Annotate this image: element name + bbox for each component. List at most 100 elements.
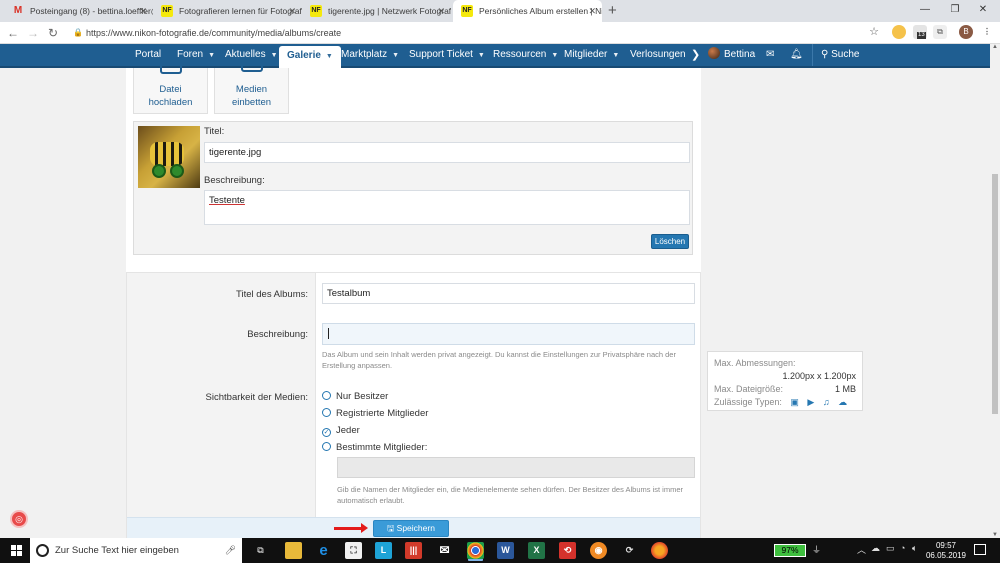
app-icon[interactable]: ||| [405,542,422,559]
specific-members-input[interactable] [337,457,695,478]
nav-item-marktplatz[interactable]: Marktplatz ▼ [341,44,399,66]
nav-item-mitglieder[interactable]: Mitglieder ▼ [564,44,619,66]
nav-item-galerie[interactable]: Galerie ▼ [279,46,341,68]
tab-title: Fotografieren lernen für Fotografen... [179,6,302,16]
nav-item-verlosungen[interactable]: Verlosungen [630,44,686,66]
browser-tab-active[interactable]: NF Persönliches Album erstellen | Ni... … [453,0,602,22]
bookmark-star-icon[interactable]: ☆ [867,25,881,39]
media-thumbnail [138,126,200,188]
search-icon: ⚲ [821,49,832,60]
forward-icon[interactable]: → [24,24,42,42]
radio-registered-members[interactable]: Registrierte Mitglieder [322,408,428,419]
save-button[interactable]: 🖫︎ Speichern [373,520,449,537]
taskbar-search-field[interactable]: Zur Suche Text hier eingeben 🎤︎ [30,538,242,563]
app-icon[interactable]: ⟳ [621,542,638,559]
nav-search[interactable]: ⚲ Suche [812,44,859,66]
app-icon[interactable]: ⟲ [559,542,576,559]
close-icon[interactable]: ✕ [437,0,445,22]
embed-media-button[interactable]: Medien einbetten [214,60,289,114]
tab-title: Persönliches Album erstellen | Ni... [479,6,602,16]
tab-title: tigerente.jpg | Netzwerk Fotografie [328,6,451,16]
microphone-icon: 🎤︎ [224,545,236,555]
caret-down-icon: ▼ [392,52,400,59]
notification-alert-icon[interactable]: ◎ [10,510,28,528]
restore-icon[interactable]: ❐ [940,0,970,22]
caret-down-icon: ▼ [551,52,559,59]
album-title-input[interactable]: Testalbum [322,283,695,304]
visibility-label: Sichtbarkeit der Medien: [205,392,308,403]
members-hint: Gib die Namen der Mitglieder ein, die Me… [337,485,683,505]
media-description-input[interactable]: Testente [204,190,690,225]
new-tab-button[interactable]: + [608,1,617,21]
minimize-icon[interactable]: — [910,0,940,22]
tray-chevron-icon[interactable]: ︿ [857,543,866,556]
store-icon[interactable]: ⛶ [345,542,362,559]
profile-avatar[interactable]: B [959,25,973,39]
excel-icon[interactable]: X [528,542,545,559]
album-form: Titel des Albums: Testalbum Beschreibung… [126,272,701,539]
nav-item-support-ticket[interactable]: Support Ticket ▼ [409,44,485,66]
browser-tab[interactable]: NF tigerente.jpg | Netzwerk Fotografie ✕ [302,0,451,22]
reload-icon[interactable]: ↻ [44,24,62,42]
windows-start-icon[interactable] [11,545,22,556]
power-icon[interactable]: ⏚ [812,543,821,556]
gmail-icon: M [13,5,23,16]
form-submit-row: 🖫︎ Speichern [127,517,700,539]
battery-indicator[interactable]: 97% [774,544,806,557]
close-icon[interactable]: ✕ [288,0,296,22]
action-center-icon[interactable] [974,544,986,555]
radio-owner-only[interactable]: Nur Besitzer [322,391,388,402]
task-view-icon[interactable]: ⧉ [252,542,269,559]
album-description-label: Beschreibung: [247,329,308,340]
back-icon[interactable]: ← [4,24,22,42]
url-field[interactable]: 🔒 https://www.nikon-fotografie.de/commun… [70,24,890,42]
types-label: Zulässige Typen: [714,397,782,407]
word-icon[interactable]: W [497,542,514,559]
wifi-icon[interactable]: ◔ [900,543,905,553]
extension-emoji-icon[interactable] [892,25,906,39]
delete-button[interactable]: Löschen [651,234,689,249]
taskbar-clock[interactable]: 09:57 06.05.2019 [924,541,968,561]
menu-kebab-icon[interactable]: ⋮ [980,25,994,39]
nav-more-icon[interactable]: ❯ [691,44,700,66]
embed-icon: ☁ [838,397,848,407]
radio-icon [322,408,331,417]
firefox-icon[interactable] [651,542,668,559]
page-scrollbar[interactable]: ▲ ▼ [990,44,1000,538]
extension-badge-icon[interactable]: 13 [913,25,927,39]
mail-icon[interactable]: ✉ [436,542,453,559]
taskbar-search-placeholder: Zur Suche Text hier eingeben [55,545,179,556]
volume-icon[interactable]: 🔈︎ [912,543,917,554]
inbox-icon[interactable]: ✉ [766,44,774,66]
extension-icon[interactable]: ⧉ [933,25,947,39]
embed-icon [241,60,263,72]
bell-icon[interactable]: 🔔︎ [790,44,803,66]
cloud-icon[interactable]: ☁ [871,543,880,554]
scrollbar-thumb[interactable] [992,174,998,414]
radio-specific-members[interactable]: Bestimmte Mitglieder: [322,442,427,453]
close-icon[interactable]: ✕ [588,0,596,22]
file-upload-button[interactable]: Datei hochladen [133,62,208,114]
file-explorer-icon[interactable] [285,542,302,559]
close-icon[interactable]: ✕ [139,0,147,22]
close-window-icon[interactable]: ✕ [968,0,998,22]
radio-icon [322,442,331,451]
edge-icon[interactable]: e [315,542,332,559]
scroll-up-icon[interactable]: ▲ [990,44,1000,50]
browser-tab[interactable]: M Posteingang (8) - bettina.loeffler@...… [4,0,153,22]
browser-tab[interactable]: NF Fotografieren lernen für Fotografen..… [153,0,302,22]
radio-everyone[interactable]: ✓ Jeder [322,425,360,437]
nav-item-foren[interactable]: Foren ▼ [177,44,215,66]
tray-app-icon[interactable]: ▭ [886,543,895,554]
clock-time: 09:57 [935,541,957,550]
nav-item-ressourcen[interactable]: Ressourcen ▼ [493,44,558,66]
cortana-icon [36,544,49,557]
media-title-input[interactable]: tigerente.jpg [204,142,690,163]
lernwerkstatt-icon[interactable]: L [375,542,392,559]
album-description-input[interactable] [322,323,695,345]
nav-user-menu[interactable]: Bettina [708,44,755,66]
nav-item-portal[interactable]: Portal [135,44,161,66]
dimensions-label: Max. Abmessungen: [714,358,796,368]
app-icon[interactable]: ◉ [590,542,607,559]
chrome-icon[interactable] [467,542,484,559]
